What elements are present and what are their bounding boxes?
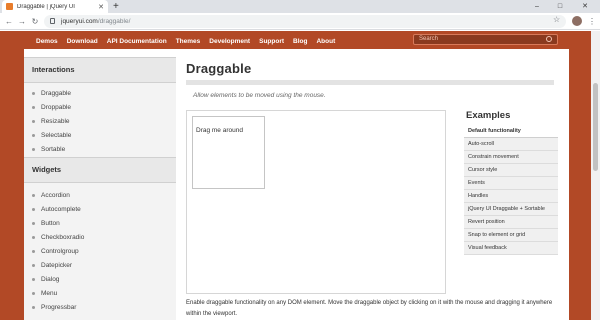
browser-tab[interactable]: Draggable | jQuery UI ✕ [2,0,108,13]
sidebar-item-label: Datepicker [41,262,73,269]
sidebar-item-label: Checkboxradio [41,234,85,241]
example-link[interactable]: Handles [464,190,558,203]
nav-link[interactable]: Themes [176,38,201,45]
sidebar-heading-interactions: Interactions [24,57,176,83]
close-icon[interactable]: ✕ [98,3,104,11]
content-container: Demos Download API Documentation Themes Deve… [24,31,569,320]
example-link[interactable]: Auto-scroll [464,138,558,151]
page-scrollbar[interactable] [591,31,600,320]
search-icon[interactable] [546,36,552,42]
sidebar-item-label: Accordion [41,192,70,199]
bullet-icon [32,207,35,211]
example-link[interactable]: jQuery UI Draggable + Sortable [464,203,558,216]
nav-link[interactable]: Demos [36,38,58,45]
sidebar-item[interactable]: Draggable [32,88,71,100]
nav-link[interactable]: Support [259,38,284,45]
sidebar-item-label: Resizable [41,118,70,125]
nav-link[interactable]: Development [209,38,250,45]
page-title: Draggable [186,61,252,76]
reload-icon[interactable]: ↻ [29,13,41,30]
bullet-icon [32,105,35,109]
bullet-icon [32,291,35,295]
site-nav: Demos Download API Documentation Themes Deve… [24,31,569,49]
bullet-icon [32,133,35,137]
bullet-icon [32,277,35,281]
bullet-icon [32,263,35,267]
nav-link[interactable]: API Documentation [107,38,167,45]
sidebar-item[interactable]: Autocomplete [32,204,81,216]
sidebar-item[interactable]: Resizable [32,116,70,128]
sidebar-item[interactable]: Selectable [32,130,71,142]
sidebar-item-label: Button [41,220,60,227]
bookmark-star-icon[interactable]: ☆ [553,13,560,26]
sidebar-item-label: Controlgroup [41,248,79,255]
page-background: Demos Download API Documentation Themes Deve… [0,31,600,320]
sidebar-item[interactable]: Accordion [32,190,70,202]
draggable-label: Drag me around [196,127,243,134]
lock-icon [50,18,55,24]
search-placeholder: Search [419,36,439,42]
minimize-icon[interactable]: – [528,0,546,13]
sidebar-item-label: Draggable [41,90,71,97]
search-input[interactable]: Search [413,34,558,45]
back-icon[interactable]: ← [3,13,15,30]
bullet-icon [32,147,35,151]
example-link[interactable]: Default functionality [464,125,558,138]
sidebar-item[interactable]: Menu [32,288,57,300]
sidebar-item[interactable]: Sortable [32,144,65,156]
example-link[interactable]: Cursor style [464,164,558,177]
tab-title: Draggable | jQuery UI [17,3,75,10]
sidebar-item-label: Dialog [41,276,60,283]
sidebar-item-label: Sortable [41,146,66,153]
window-close-icon[interactable]: ✕ [576,0,594,13]
bullet-icon [32,193,35,197]
sidebar-item[interactable]: Button [32,218,60,230]
example-link[interactable]: Revert position [464,216,558,229]
example-link[interactable]: Events [464,177,558,190]
avatar[interactable] [572,16,582,26]
sidebar-item-label: Autocomplete [41,206,81,213]
browser-toolbar: ← → ↻ jqueryui.com/draggable/ ☆ ⋮ [0,13,600,30]
sidebar-item-label: Progressbar [41,304,77,311]
bullet-icon [32,91,35,95]
scrollbar-thumb[interactable] [593,83,598,171]
bullet-icon [32,119,35,123]
sidebar-item-label: Selectable [41,132,72,139]
sidebar: Interactions Widgets Draggable Droppable R… [24,57,176,320]
new-tab-icon[interactable]: + [113,0,119,13]
example-link[interactable]: Constrain movement [464,151,558,164]
examples-list: Default functionality Auto-scroll Constrai… [464,125,558,255]
sidebar-item[interactable]: Dialog [32,274,59,286]
demo-frame: Drag me around [186,110,446,294]
sidebar-item[interactable]: Checkboxradio [32,232,84,244]
sidebar-item-label: Droppable [41,104,71,111]
sidebar-item[interactable]: Droppable [32,102,71,114]
favicon-icon [6,3,13,10]
title-divider [186,80,554,85]
sidebar-item[interactable]: Controlgroup [32,246,79,258]
sidebar-item-label: Menu [41,290,58,297]
address-bar[interactable]: jqueryui.com/draggable/ [44,15,566,28]
example-link[interactable]: Visual feedback [464,242,558,255]
bullet-icon [32,235,35,239]
bullet-icon [32,221,35,225]
nav-link[interactable]: Blog [293,38,307,45]
maximize-icon[interactable]: □ [551,0,569,13]
draggable-box[interactable]: Drag me around [192,116,265,189]
sidebar-item[interactable]: Datepicker [32,260,72,272]
url-text: jqueryui.com/draggable/ [61,18,131,25]
nav-link[interactable]: About [316,38,335,45]
page-description: Enable draggable functionality on any DO… [186,300,553,317]
forward-icon[interactable]: → [16,13,28,30]
sidebar-item[interactable]: Progressbar [32,302,76,314]
examples-heading: Examples [466,110,511,121]
nav-link[interactable]: Download [67,38,98,45]
browser-tab-strip: Draggable | jQuery UI ✕ + – □ ✕ [0,0,600,13]
bullet-icon [32,305,35,309]
kebab-menu-icon[interactable]: ⋮ [588,13,596,30]
bullet-icon [32,249,35,253]
sidebar-heading-widgets: Widgets [24,157,176,183]
page-subtitle: Allow elements to be moved using the mou… [193,92,326,99]
example-link[interactable]: Snap to element or grid [464,229,558,242]
